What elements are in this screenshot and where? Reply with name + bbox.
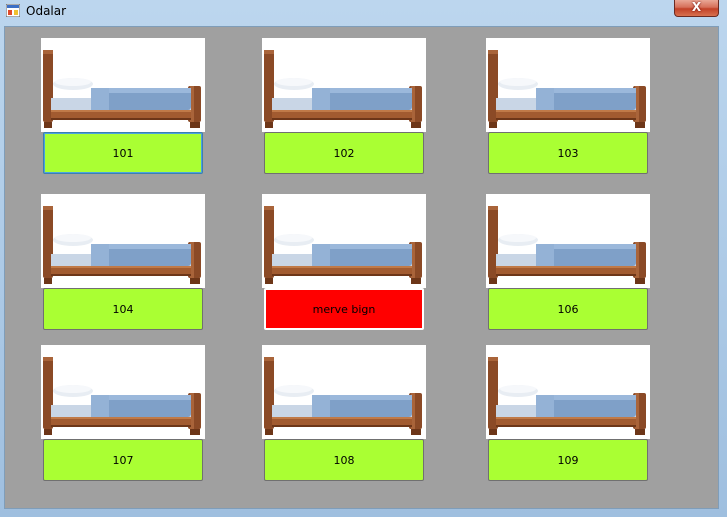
- room-tile: 102: [262, 38, 426, 175]
- form-icon[interactable]: [6, 4, 20, 17]
- bed-icon[interactable]: [486, 194, 650, 288]
- bed-icon[interactable]: [41, 194, 205, 288]
- close-icon: X: [691, 0, 702, 14]
- window: Odalar X 101 102 103 104 merve bign 106 107 108…: [0, 0, 727, 517]
- room-tile: 103: [486, 38, 650, 175]
- bed-icon[interactable]: [41, 345, 205, 439]
- bed-icon[interactable]: [262, 38, 426, 132]
- room-button[interactable]: 101: [43, 132, 203, 174]
- room-tile: 101: [41, 38, 205, 175]
- room-button[interactable]: 107: [43, 439, 203, 481]
- room-tile: 106: [486, 194, 650, 331]
- title-bar[interactable]: Odalar X: [0, 0, 727, 22]
- room-tile: 104: [41, 194, 205, 331]
- room-tile: 108: [262, 345, 426, 482]
- window-title: Odalar: [26, 4, 67, 18]
- room-button[interactable]: 103: [488, 132, 648, 174]
- room-button[interactable]: 104: [43, 288, 203, 330]
- room-button[interactable]: merve bign: [264, 288, 424, 330]
- bed-icon[interactable]: [486, 345, 650, 439]
- bed-icon[interactable]: [486, 38, 650, 132]
- close-button[interactable]: X: [674, 0, 719, 17]
- room-tile: 107: [41, 345, 205, 482]
- bed-icon[interactable]: [41, 38, 205, 132]
- room-tile: 109: [486, 345, 650, 482]
- bed-icon[interactable]: [262, 194, 426, 288]
- room-button[interactable]: 102: [264, 132, 424, 174]
- bed-icon[interactable]: [262, 345, 426, 439]
- rooms-panel: 101 102 103 104 merve bign 106 107 108 109: [4, 26, 719, 509]
- room-tile: merve bign: [262, 194, 426, 331]
- room-button[interactable]: 106: [488, 288, 648, 330]
- room-button[interactable]: 109: [488, 439, 648, 481]
- room-button[interactable]: 108: [264, 439, 424, 481]
